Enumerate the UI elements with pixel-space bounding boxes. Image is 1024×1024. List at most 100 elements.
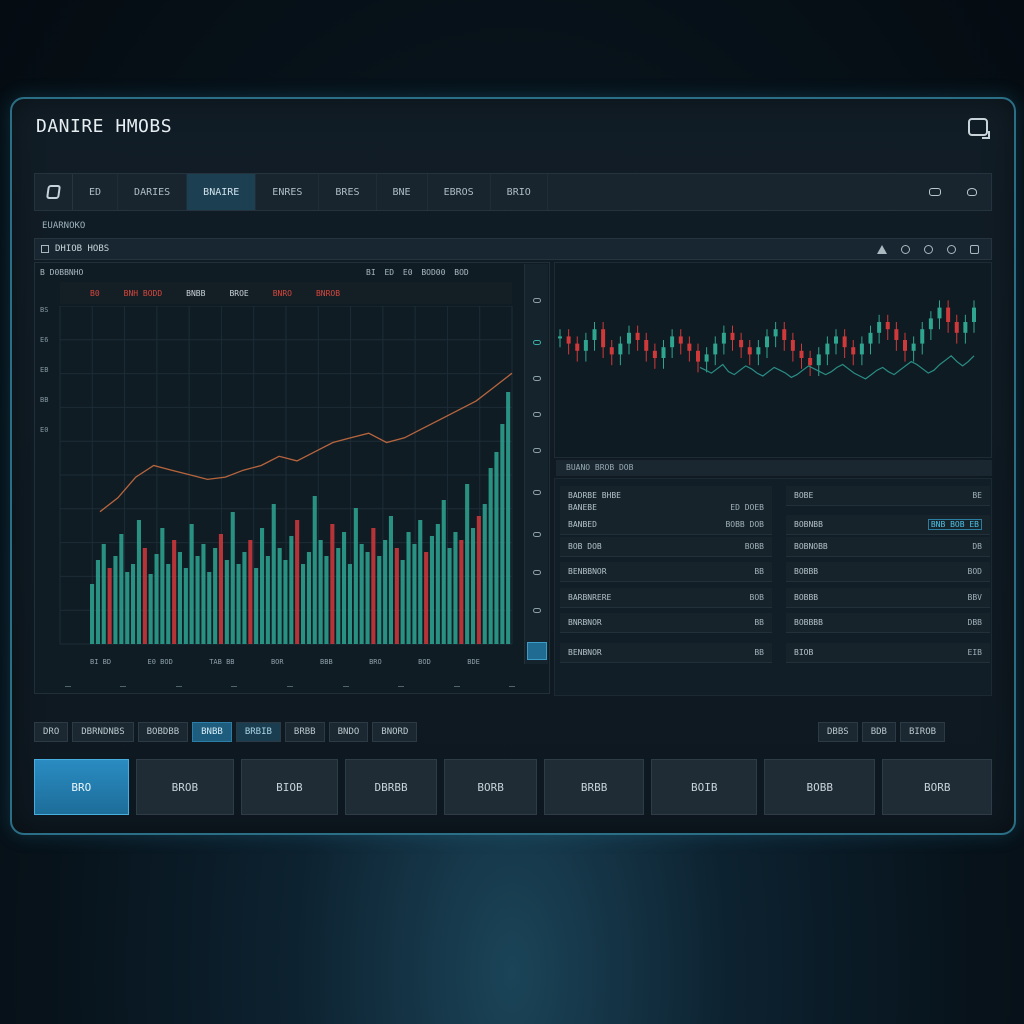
order-label: BOBBB (794, 593, 819, 602)
order-row[interactable]: BOBNBB BNB BOB EB (786, 515, 990, 535)
circle-icon[interactable] (901, 244, 910, 254)
volume-bar (394, 548, 399, 644)
order-row[interactable]: BIOB EIB (786, 643, 990, 663)
volume-bar (312, 496, 317, 644)
alert-icon[interactable] (877, 244, 887, 254)
text-icon[interactable] (533, 448, 541, 453)
order-row[interactable]: BOB DOB BOBB (560, 537, 772, 557)
order-value: BOBB DOB (725, 520, 764, 529)
toolbar-button[interactable]: BOBDBB (137, 722, 189, 742)
nav-tab[interactable]: BRES (319, 174, 377, 210)
volume-bar (119, 534, 124, 644)
toolbar-button[interactable]: BNDO (328, 722, 369, 742)
settings-icon[interactable] (947, 244, 956, 254)
toolbar-button[interactable]: DBBS (818, 722, 858, 742)
order-row[interactable]: BANBED BOBB DOB (560, 515, 772, 535)
action-button[interactable]: BOIB (651, 759, 757, 815)
nav-tab[interactable]: BRIO (491, 174, 548, 210)
bottom-toolbar-left: DRO DBRNDNBS BOBDBB BNBB BRBIB BRBB BNDO BNORD (34, 722, 418, 742)
order-row[interactable]: BOBNOBB DB (786, 537, 990, 557)
volume-bar (494, 452, 499, 644)
menu-icon[interactable] (970, 244, 979, 254)
user-icon[interactable] (967, 188, 977, 196)
candle-body (799, 350, 804, 358)
volume-bar (172, 540, 177, 644)
toolbar-button[interactable]: DBRNDNBS (72, 722, 134, 742)
primary-action-button[interactable]: BRO (34, 759, 129, 815)
nav-tab[interactable]: BNE (377, 174, 428, 210)
toolbar-button[interactable]: BNBB (192, 722, 232, 742)
volume-bar (136, 520, 141, 644)
nav-tab[interactable]: BNAIRE (187, 174, 257, 210)
order-row[interactable]: BOBBB BBV (786, 588, 990, 608)
candle-body (963, 322, 968, 333)
toolbar-button[interactable]: BIROB (899, 722, 946, 742)
toolbar-button[interactable]: BRBIB (235, 722, 281, 742)
order-label: BENBNOR (568, 648, 602, 657)
candle-body (972, 307, 976, 322)
candle-body (601, 329, 606, 348)
nav-tab[interactable]: ENRES (256, 174, 320, 210)
order-value: BB (754, 618, 764, 627)
home-button[interactable] (35, 174, 73, 210)
action-button[interactable]: BORB (882, 759, 992, 815)
orders-title: BUANO BROB DOB (556, 460, 992, 476)
draw-icon[interactable] (533, 340, 541, 345)
y-tick-label: E6 (40, 336, 48, 344)
toolbar-button[interactable]: BRBB (284, 722, 325, 742)
magnet-icon[interactable] (533, 570, 541, 575)
order-value: BOBB (744, 542, 764, 551)
order-row[interactable]: BOBBB BOD (786, 562, 990, 582)
order-value: BNB BOB EB (927, 519, 982, 530)
order-row[interactable]: BARBNRERE BOB (560, 588, 772, 608)
toolbar-button[interactable]: BDB (861, 722, 896, 742)
order-label: BOBE (794, 491, 814, 500)
action-button[interactable]: BORB (444, 759, 537, 815)
candle-body (627, 332, 631, 344)
cursor-icon[interactable] (533, 298, 541, 303)
bottom-toolbar-right: DBBS BDB BIROB (818, 722, 946, 742)
chat-icon[interactable] (968, 118, 990, 139)
shape-icon[interactable] (533, 412, 541, 417)
line-icon[interactable] (533, 376, 541, 381)
volume-bar (218, 534, 223, 644)
volume-chart[interactable]: BS E6 EB BB E0 (36, 306, 524, 656)
volume-bar (107, 568, 112, 644)
volume-bar (236, 564, 241, 644)
nav-tab[interactable]: DARIES (118, 174, 188, 210)
price-chart[interactable] (554, 262, 992, 458)
action-button[interactable]: BRBB (543, 759, 645, 815)
toolbar-button[interactable]: DRO (34, 722, 69, 742)
order-value: BB (754, 567, 764, 576)
volume-bar (131, 564, 136, 644)
measure-icon[interactable] (533, 490, 541, 495)
order-label: BARBNRERE (568, 593, 612, 602)
order-row[interactable]: BOBBBB DBB (786, 613, 990, 633)
volume-bar (189, 524, 194, 644)
nav-tab[interactable]: ED (73, 174, 119, 210)
order-row[interactable]: BNRBNOR BB (560, 613, 772, 633)
order-row[interactable]: BOBE BE (786, 486, 990, 506)
x-tick-label: BOR (270, 658, 284, 666)
candle-body (782, 329, 787, 340)
order-label: BIOB (794, 648, 814, 657)
nav-tab[interactable]: EBROS (428, 174, 491, 210)
order-row[interactable]: BENBBNOR BB (560, 562, 772, 582)
calendar-button[interactable] (527, 642, 547, 660)
candle-body (747, 347, 752, 355)
action-button[interactable]: BIOB (241, 759, 338, 815)
action-button[interactable]: BOBB (763, 759, 876, 815)
order-row[interactable]: BENBNOR BB (560, 643, 772, 663)
circle-icon[interactable] (924, 244, 933, 254)
section-label: EUARNOKO (42, 221, 86, 231)
lock-icon[interactable] (533, 608, 541, 613)
candle-body (911, 343, 916, 351)
volume-bar (330, 524, 335, 644)
zoom-icon[interactable] (533, 532, 541, 537)
action-button[interactable]: DBRBB (344, 759, 438, 815)
subheader-label: DHIOB HOBS (55, 244, 110, 254)
volume-bar (201, 544, 206, 644)
action-button[interactable]: BROB (135, 759, 235, 815)
window-icon[interactable] (929, 188, 941, 196)
toolbar-button[interactable]: BNORD (372, 722, 418, 742)
